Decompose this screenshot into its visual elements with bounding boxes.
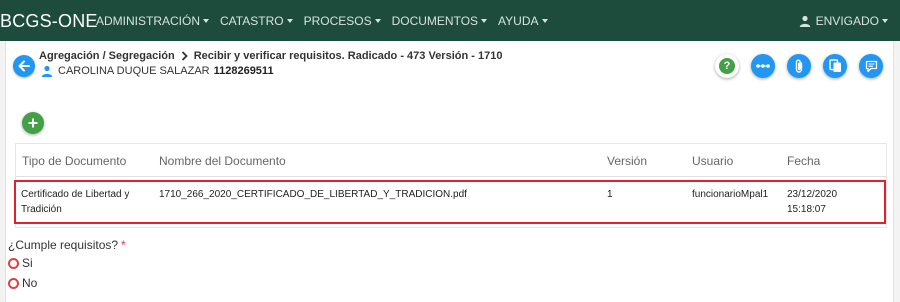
- menu-label: PROCESOS: [303, 14, 372, 28]
- radio-label: Si: [22, 256, 33, 270]
- radio-option-no[interactable]: No: [8, 276, 37, 290]
- main-menu: ADMINISTRACIÓN CATASTRO PROCESOS DOCUMEN…: [96, 14, 559, 28]
- menu-label: DOCUMENTOS: [391, 14, 479, 28]
- required-mark: *: [121, 238, 126, 252]
- app-brand[interactable]: BCGS-ONE: [0, 11, 98, 32]
- user-icon: [799, 15, 811, 27]
- radio-option-si[interactable]: Si: [8, 256, 33, 270]
- radio-button[interactable]: [8, 257, 19, 269]
- help-icon: ?: [719, 58, 735, 74]
- attachment-button[interactable]: [787, 54, 811, 78]
- breadcrumb-current: Recibir y verificar requisitos. Radicado…: [193, 50, 503, 62]
- column-header-fecha: Fecha: [787, 154, 821, 168]
- menu-label: AYUDA: [498, 14, 539, 28]
- back-button[interactable]: [13, 55, 35, 77]
- menu-procesos[interactable]: PROCESOS: [304, 14, 381, 28]
- caret-down-icon: [374, 19, 381, 23]
- person-name: CAROLINA DUQUE SALAZAR: [58, 65, 210, 77]
- person-icon: [41, 65, 53, 77]
- cell-fecha-time: 15:18:07: [787, 204, 826, 215]
- user-name: ENVIGADO: [815, 14, 879, 28]
- cell-tipo: Certificado de Libertad y Tradición: [21, 187, 129, 217]
- menu-administracion[interactable]: ADMINISTRACIÓN: [96, 14, 210, 28]
- cell-tipo-line1: Certificado de Libertad y: [21, 189, 130, 200]
- radio-label: No: [22, 276, 38, 290]
- cell-tipo-line2: Tradición: [21, 204, 62, 215]
- arrow-left-icon: [18, 60, 30, 72]
- radio-button[interactable]: [8, 277, 19, 289]
- add-document-button[interactable]: [22, 112, 44, 134]
- column-header-usuario: Usuario: [692, 154, 734, 168]
- menu-ayuda[interactable]: AYUDA: [498, 14, 548, 28]
- person-id: 1128269511: [213, 65, 274, 77]
- plus-icon: [28, 118, 38, 128]
- caret-down-icon: [481, 19, 488, 23]
- copy-document-icon: [828, 59, 841, 72]
- column-header-tipo: Tipo de Documento: [22, 154, 127, 168]
- notes-icon: [865, 60, 877, 72]
- column-header-version: Versión: [607, 154, 648, 168]
- cell-nombre[interactable]: 1710_266_2020_CERTIFICADO_DE_LIBERTAD_Y_…: [159, 187, 467, 202]
- menu-label: CATASTRO: [220, 14, 284, 28]
- table-header-divider: [15, 176, 887, 177]
- cell-usuario: funcionarioMpal1: [692, 189, 769, 200]
- help-button[interactable]: ?: [715, 54, 739, 78]
- menu-label: ADMINISTRACIÓN: [96, 14, 201, 28]
- more-options-button[interactable]: [751, 54, 775, 78]
- more-icon: [756, 64, 770, 68]
- question-label: ¿Cumple requisitos?: [8, 238, 119, 252]
- requirements-question: ¿Cumple requisitos? *: [8, 238, 126, 252]
- menu-documentos[interactable]: DOCUMENTOS: [391, 14, 488, 28]
- cell-fecha-date: 23/12/2020: [787, 189, 838, 200]
- user-menu[interactable]: ENVIGADO: [799, 14, 888, 28]
- top-navbar: BCGS-ONE ADMINISTRACIÓN CATASTRO PROCESO…: [0, 0, 900, 41]
- cell-version: 1: [607, 189, 613, 200]
- notes-button[interactable]: [859, 54, 883, 78]
- caret-down-icon: [203, 19, 210, 23]
- breadcrumb-parent[interactable]: Agregación / Segregación: [39, 50, 175, 62]
- caret-down-icon: [882, 19, 888, 23]
- attachment-icon: [795, 59, 803, 73]
- caret-down-icon: [286, 19, 293, 23]
- chevron-right-icon: [181, 51, 188, 61]
- copy-document-button[interactable]: [823, 54, 847, 78]
- person-info: CAROLINA DUQUE SALAZAR 1128269511: [41, 65, 274, 77]
- caret-down-icon: [541, 19, 548, 23]
- column-header-nombre: Nombre del Documento: [159, 154, 286, 168]
- cell-fecha: 23/12/2020 15:18:07: [787, 187, 837, 217]
- menu-catastro[interactable]: CATASTRO: [220, 14, 293, 28]
- breadcrumb: Agregación / Segregación Recibir y verif…: [39, 50, 502, 62]
